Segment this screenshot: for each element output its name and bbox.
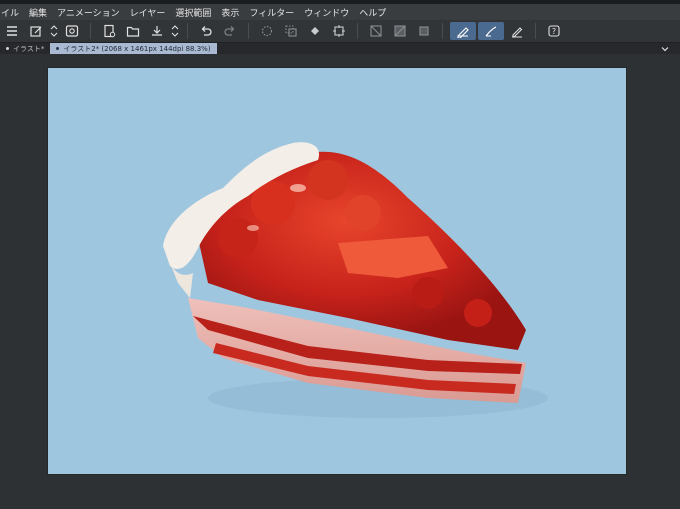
toolbar-separator	[187, 23, 188, 39]
save-icon	[152, 26, 162, 36]
toolbar-separator	[90, 23, 91, 39]
help-icon: ?	[548, 25, 560, 37]
navigator-icon	[30, 26, 42, 37]
tab-label: イラスト*	[13, 44, 45, 53]
layer-select-icon	[285, 25, 297, 37]
transform-button[interactable]	[329, 22, 349, 40]
assets-button[interactable]	[62, 22, 82, 40]
save-button[interactable]	[147, 22, 167, 40]
toolbar-separator	[535, 23, 536, 39]
menu-selection[interactable]: 選択範囲	[170, 6, 216, 19]
cake-illustration	[163, 142, 548, 418]
help-button[interactable]: ?	[544, 22, 564, 40]
tab-illustration-2[interactable]: イラスト2* (2068 x 1461px 144dpi 88.3%)	[50, 43, 217, 54]
menu-edit[interactable]: 編集	[24, 6, 52, 19]
snap-special-ruler-button[interactable]	[478, 22, 504, 40]
deselect-button[interactable]	[257, 22, 277, 40]
pen-tool-icon	[457, 27, 469, 38]
menu-button[interactable]	[2, 22, 22, 40]
menu-layer[interactable]: レイヤー	[125, 6, 171, 19]
chevron-down-icon[interactable]	[660, 44, 670, 54]
toolbar-separator	[357, 23, 358, 39]
navigator-stepper[interactable]	[49, 22, 59, 40]
crop-button[interactable]	[414, 22, 434, 40]
curve-pen-icon	[485, 26, 497, 37]
transform-icon	[333, 25, 345, 37]
toolbar-separator	[248, 23, 249, 39]
menu-icon	[7, 26, 17, 36]
document-tab-bar: イラスト* イラスト2* (2068 x 1461px 144dpi 88.3%…	[0, 43, 680, 54]
new-button[interactable]	[99, 22, 119, 40]
menu-help[interactable]: ヘルプ	[354, 6, 391, 19]
redo-icon	[224, 26, 235, 36]
undo-icon	[201, 26, 212, 36]
menu-view[interactable]: 表示	[216, 6, 244, 19]
clear-outside-icon	[394, 25, 406, 37]
menu-filter[interactable]: フィルター	[244, 6, 299, 19]
crop-icon	[419, 26, 429, 36]
snap-grid-button[interactable]	[507, 22, 527, 40]
redo-button[interactable]	[220, 22, 240, 40]
tab-dot-icon	[6, 47, 9, 50]
save-stepper[interactable]	[170, 22, 180, 40]
new-document-icon	[104, 24, 116, 38]
tab-dot-icon	[56, 47, 60, 50]
clear-outside-button[interactable]	[390, 22, 410, 40]
grid-pen-icon	[512, 27, 523, 38]
select-layer-button[interactable]	[281, 22, 301, 40]
menu-animation[interactable]: アニメーション	[52, 6, 125, 19]
tab-label: イラスト2* (2068 x 1461px 144dpi 88.3%)	[63, 44, 211, 53]
assets-icon	[65, 25, 79, 37]
menu-window[interactable]: ウィンドウ	[299, 6, 354, 19]
up-down-icon	[171, 25, 179, 37]
drawing-canvas[interactable]	[48, 68, 626, 474]
open-button[interactable]	[123, 22, 143, 40]
command-bar: ?	[0, 20, 680, 43]
fill-icon	[311, 27, 319, 35]
fill-button[interactable]	[305, 22, 325, 40]
clear-button[interactable]	[366, 22, 386, 40]
up-down-icon	[50, 25, 58, 37]
menu-bar: イル 編集 アニメーション レイヤー 選択範囲 表示 フィルター ウィンドウ ヘ…	[0, 4, 680, 20]
menu-file[interactable]: イル	[0, 6, 24, 19]
open-file-icon	[126, 26, 140, 37]
undo-button[interactable]	[196, 22, 216, 40]
svg-text:?: ?	[552, 27, 556, 36]
navigator-button[interactable]	[26, 22, 46, 40]
toolbar-separator	[442, 23, 443, 39]
clear-layer-icon	[370, 25, 382, 37]
selection-tools-icon	[261, 25, 273, 37]
tab-illustration[interactable]: イラスト*	[0, 43, 50, 54]
snap-ruler-button[interactable]	[450, 22, 476, 40]
